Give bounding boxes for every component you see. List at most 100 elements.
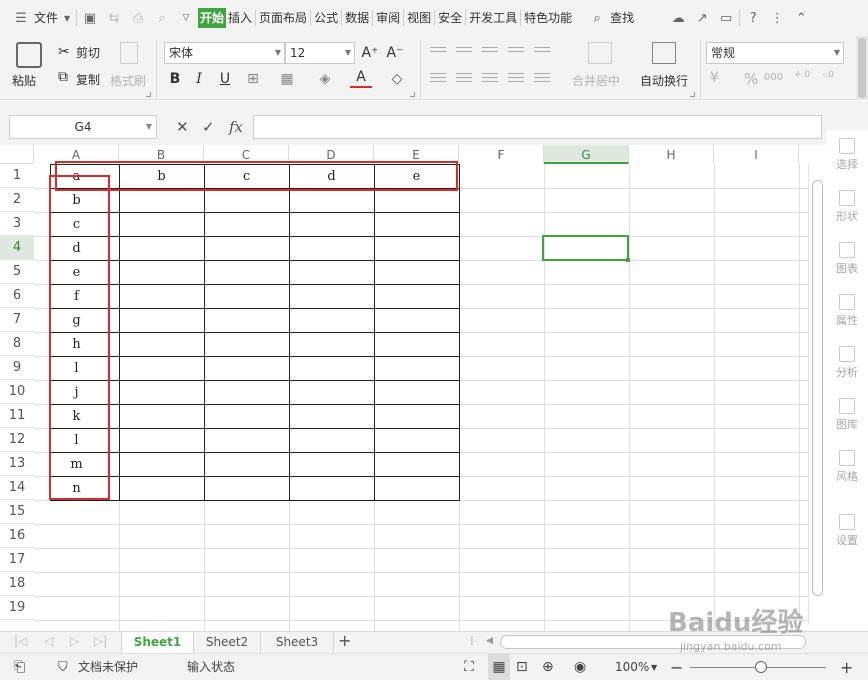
align-center-icon[interactable]	[454, 70, 474, 86]
tab-data[interactable]: 数据	[343, 8, 371, 28]
row-header-12[interactable]: 12	[0, 428, 34, 452]
column-header-f[interactable]: F	[459, 145, 544, 164]
align-top-icon[interactable]	[428, 44, 448, 60]
reading-mode-icon[interactable]: ⊕	[542, 654, 554, 680]
clear-format-icon[interactable]: ◇	[386, 68, 408, 90]
thousands-separator-button[interactable]: 000	[764, 72, 783, 83]
font-size-select[interactable]: 12 ▼	[285, 42, 355, 64]
bold-icon[interactable]: B	[164, 68, 186, 90]
zoom-out-button[interactable]: −	[670, 654, 683, 680]
distributed-icon[interactable]	[532, 70, 552, 86]
task-settings[interactable]: 设置	[826, 514, 868, 548]
more-quick-access-icon[interactable]: ▽	[177, 9, 195, 27]
font-color-icon[interactable]: A	[350, 68, 372, 88]
split-handle-icon[interactable]: ⁞	[470, 634, 474, 648]
print-icon[interactable]: ⎙	[129, 9, 147, 27]
paste-icon[interactable]	[16, 42, 42, 68]
page-break-view-icon[interactable]: ⊡	[516, 654, 528, 680]
decrease-font-size-icon[interactable]: A⁻	[384, 42, 406, 64]
sheet-tab-sheet1[interactable]: Sheet1	[121, 632, 194, 653]
task-gallery[interactable]: 图库	[826, 398, 868, 432]
tab-review[interactable]: 审阅	[374, 8, 402, 28]
minimize-ribbon-icon[interactable]: ⌃	[792, 9, 810, 27]
borders-icon[interactable]: ⊞	[242, 68, 264, 90]
tab-insert[interactable]: 插入	[226, 8, 254, 28]
search-button[interactable]: 查找	[609, 8, 635, 28]
align-middle-icon[interactable]	[454, 44, 474, 60]
number-format-select[interactable]: 常规 ▼	[706, 42, 844, 64]
underline-icon[interactable]: U	[214, 68, 236, 90]
tab-security[interactable]: 安全	[436, 8, 464, 28]
row-header-9[interactable]: 9	[0, 356, 34, 380]
indent-decrease-icon[interactable]	[506, 44, 526, 60]
row-header-16[interactable]: 16	[0, 524, 34, 548]
fill-color-icon[interactable]: ◈	[314, 68, 336, 90]
row-header-4[interactable]: 4	[0, 236, 34, 260]
save-icon[interactable]: ▣	[81, 9, 99, 27]
row-header-10[interactable]: 10	[0, 380, 34, 404]
add-sheet-button[interactable]: +	[338, 631, 351, 650]
fill-handle[interactable]	[626, 258, 630, 262]
task-select[interactable]: 选择	[826, 138, 868, 172]
copy-button[interactable]: 复制	[76, 71, 100, 88]
row-header-6[interactable]: 6	[0, 284, 34, 308]
percent-button[interactable]: %	[744, 70, 758, 88]
selected-cell-g4[interactable]	[542, 235, 629, 261]
tab-developer[interactable]: 开发工具	[467, 8, 519, 28]
tab-formulas[interactable]: 公式	[312, 8, 340, 28]
zoom-level[interactable]: 100%	[615, 654, 649, 680]
row-header-17[interactable]: 17	[0, 548, 34, 572]
clipboard-dialog-launcher[interactable]	[146, 92, 151, 97]
row-header-5[interactable]: 5	[0, 260, 34, 284]
chevron-down-icon[interactable]: ▼	[651, 654, 657, 680]
format-painter-button[interactable]: 格式刷	[110, 72, 146, 89]
formula-input[interactable]	[253, 115, 822, 139]
vertical-scrollbar[interactable]	[808, 164, 826, 624]
copy-icon[interactable]: ⧉	[58, 69, 68, 85]
tab-view[interactable]: 视图	[405, 8, 433, 28]
row-header-7[interactable]: 7	[0, 308, 34, 332]
cell-style-icon[interactable]: ▦	[276, 68, 298, 90]
tab-home[interactable]: 开始	[198, 8, 227, 28]
row-header-18[interactable]: 18	[0, 572, 34, 596]
wrap-text-icon[interactable]	[652, 42, 676, 64]
spreadsheet-grid[interactable]: ABCDEFGHI 1 2 3 4 5 6 7 8 9 10 11 12 13 14 15 16 17 18 19 …	[0, 145, 808, 631]
row-header-19[interactable]: 19	[0, 596, 34, 620]
chevron-down-icon[interactable]: ▼	[62, 9, 72, 27]
scrollbar-thumb[interactable]	[812, 180, 823, 596]
row-header-15[interactable]: 15	[0, 500, 34, 524]
row-header-2[interactable]: 2	[0, 188, 34, 212]
column-header-i[interactable]: I	[714, 145, 799, 164]
file-menu[interactable]: 文件	[33, 8, 59, 28]
tab-page-layout[interactable]: 页面布局	[257, 8, 309, 28]
increase-decimal-icon[interactable]: +.0	[794, 70, 810, 80]
italic-icon[interactable]: I	[188, 68, 210, 90]
wrap-text-button[interactable]: 自动换行	[640, 72, 688, 89]
align-left-icon[interactable]	[428, 70, 448, 86]
task-properties[interactable]: 属性	[826, 294, 868, 328]
scissors-icon[interactable]: ✂	[58, 44, 70, 60]
row-header-13[interactable]: 13	[0, 452, 34, 476]
confirm-icon[interactable]: ✓	[202, 115, 215, 139]
merge-center-button[interactable]: 合并居中	[572, 72, 620, 89]
row-header-3[interactable]: 3	[0, 212, 34, 236]
font-dialog-launcher[interactable]	[410, 92, 415, 97]
collapse-ribbon-icon[interactable]: ▭	[717, 9, 735, 27]
row-header-1[interactable]: 1	[0, 164, 34, 188]
task-shapes[interactable]: 形状	[826, 190, 868, 224]
share-icon[interactable]: ↗	[693, 9, 711, 27]
zoom-in-button[interactable]: +	[840, 654, 853, 680]
currency-icon[interactable]: ¥	[710, 70, 719, 86]
alignment-dialog-launcher[interactable]	[690, 92, 695, 97]
format-painter-icon[interactable]	[120, 42, 138, 64]
paste-button[interactable]: 粘贴	[12, 72, 36, 89]
hamburger-menu-icon[interactable]: ☰	[12, 9, 30, 27]
insert-function-button[interactable]: fx	[229, 115, 243, 139]
column-header-h[interactable]: H	[629, 145, 714, 164]
fullscreen-icon[interactable]: ⛶	[464, 654, 474, 680]
print-preview-icon[interactable]: ⌕	[153, 9, 171, 27]
tab-special-features[interactable]: 特色功能	[522, 8, 574, 28]
next-sheet-icon[interactable]: ▷	[70, 634, 79, 648]
zoom-slider-handle[interactable]	[755, 661, 767, 673]
row-header-14[interactable]: 14	[0, 476, 34, 500]
